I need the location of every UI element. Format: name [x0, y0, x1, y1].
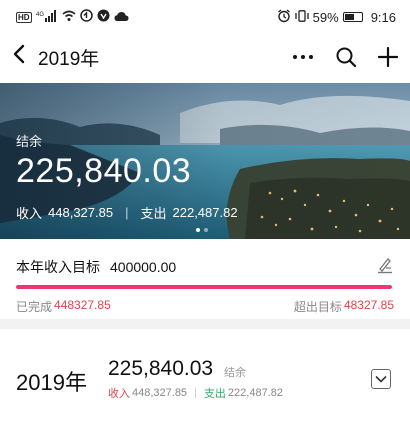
summary-separator: |: [125, 205, 129, 220]
exceeded-label: 超出目标: [293, 300, 342, 314]
navigation-bar: 2019年: [0, 34, 410, 80]
summary-banner[interactable]: 结余 225,840.03 收入 448,327.85 | 支出 222,487…: [0, 83, 410, 239]
status-bar-left: HD 4G: [16, 9, 129, 25]
goal-label: 本年收入目标: [16, 258, 100, 275]
income-label: 收入: [16, 206, 43, 221]
year-balance-label: 结余: [224, 367, 246, 379]
completed-label: 已完成: [16, 300, 53, 314]
chevron-down-icon: [375, 375, 387, 383]
income-amount: 448,327.85: [48, 205, 114, 220]
expense-amount: 222,487.82: [172, 205, 238, 220]
edit-goal-icon[interactable]: [376, 256, 394, 277]
carousel-indicator: [196, 228, 208, 232]
goal-progress-fill: [16, 285, 392, 289]
chat-bubble-icon: [79, 9, 93, 25]
year-income-label: 收入: [108, 388, 130, 400]
balance-amount: 225,840.03: [16, 152, 192, 190]
carousel-dot[interactable]: [196, 228, 200, 232]
carousel-dot[interactable]: [204, 228, 208, 232]
year-expense-label: 支出: [203, 388, 226, 400]
annual-income-goal: 本年收入目标 400000.00 已完成 448327.85 超出目标 4832…: [0, 247, 410, 317]
cell-signal-icon: 4G: [36, 10, 58, 24]
status-bar: HD 4G 59% 9:16: [0, 0, 410, 34]
balance-label: 结余: [16, 134, 43, 149]
year-balance-amount: 225,840.03: [108, 357, 214, 380]
vibrate-icon: [295, 9, 309, 25]
cloud-icon: [114, 10, 129, 25]
balance-block: 结余 225,840.03: [16, 131, 191, 191]
expand-button[interactable]: [371, 369, 391, 389]
exceeded-value: 48327.85: [343, 298, 394, 312]
goal-progress-bar: [16, 285, 392, 289]
year-income-expense: 收入 448,327.85 | 支出 222,487.82: [108, 385, 283, 401]
nav-actions: [292, 47, 398, 67]
hd-badge: HD: [16, 11, 32, 23]
income-expense-summary: 收入 448,327.85 | 支出 222,487.82: [16, 203, 238, 222]
year-expense-amount: 222,487.82: [227, 387, 283, 399]
expense-label: 支出: [140, 206, 167, 221]
search-icon[interactable]: [336, 47, 356, 67]
year-income-amount: 448,327.85: [132, 387, 188, 399]
battery-percent: 59%: [312, 9, 339, 25]
completed-value: 448327.85: [54, 298, 111, 312]
clock-time: 9:16: [370, 9, 396, 25]
year-summary-row[interactable]: 2019年 225,840.03 结余 收入 448,327.85 | 支出 2…: [0, 329, 410, 426]
status-bar-right: 59% 9:16: [277, 8, 396, 26]
notification-app-icon: [97, 9, 110, 25]
wifi-icon: [62, 10, 76, 25]
more-icon[interactable]: [292, 54, 314, 60]
back-arrow-icon[interactable]: [12, 44, 32, 70]
add-icon[interactable]: [378, 47, 398, 67]
goal-value: 400000.00: [110, 258, 177, 275]
goal-header: 本年收入目标 400000.00: [16, 256, 394, 277]
year-separator: |: [194, 387, 197, 399]
alarm-icon: [277, 8, 291, 26]
goal-footer: 已完成 448327.85 超出目标 48327.85: [16, 298, 394, 315]
section-divider: [0, 319, 410, 329]
year-label: 2019年: [16, 370, 87, 395]
battery-icon: [342, 12, 363, 22]
page-title: 2019年: [38, 48, 100, 70]
network-type: 4G: [36, 12, 44, 18]
